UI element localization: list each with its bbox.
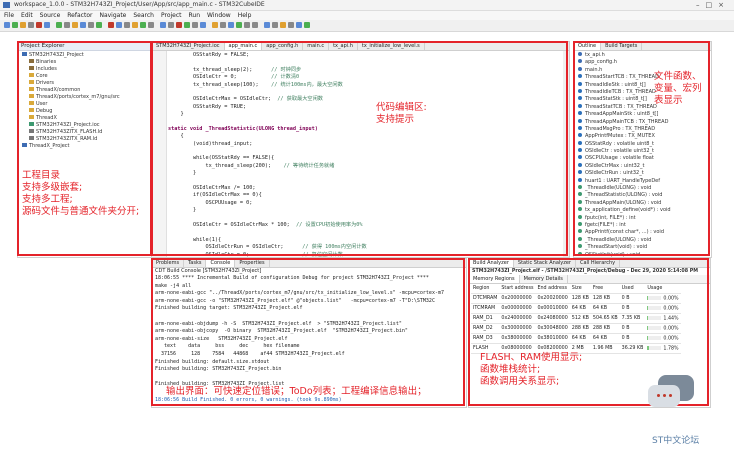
toolbar-tool-icon[interactable]: [184, 22, 190, 28]
window-title: workspace_1.0.0 - STM32H743ZI_Project/Us…: [14, 1, 265, 8]
code-editor-highlight: [151, 41, 568, 256]
watermark-text: ST中文论坛: [652, 436, 700, 446]
annotation-line: 变量、宏列: [654, 83, 702, 94]
toolbar-tool-icon[interactable]: [304, 22, 310, 28]
editor-annotation: 代码编辑区: 支持提示: [376, 102, 427, 126]
toolbar-tool-icon[interactable]: [12, 22, 18, 28]
menu-item-refactor[interactable]: Refactor: [67, 12, 92, 19]
toolbar-tool-icon[interactable]: [296, 22, 302, 28]
toolbar-tool-icon[interactable]: [28, 22, 34, 28]
toolbar-tool-icon[interactable]: [236, 22, 242, 28]
toolbar-tool-icon[interactable]: [212, 22, 218, 28]
project-explorer-highlight: [17, 41, 152, 256]
toolbar-tool-icon[interactable]: [140, 22, 146, 28]
toolbar-tool-icon[interactable]: [44, 22, 50, 28]
menu-item-file[interactable]: File: [4, 12, 14, 19]
annotation-line: 文件函数、: [654, 71, 702, 82]
menu-item-run[interactable]: Run: [189, 12, 201, 19]
toolbar-tool-icon[interactable]: [108, 22, 114, 28]
annotation-line: 工程目录: [22, 170, 61, 181]
toolbar-tool-icon[interactable]: [168, 22, 174, 28]
toolbar-tool-icon[interactable]: [36, 22, 42, 28]
console-highlight: [151, 258, 465, 406]
toolbar-tool-icon[interactable]: [228, 22, 234, 28]
toolbar-tool-icon[interactable]: [148, 22, 154, 28]
app-icon: [3, 2, 10, 8]
menu-item-source[interactable]: Source: [40, 12, 61, 19]
toolbar-tool-icon[interactable]: [280, 22, 286, 28]
annotation-line: 支持多级嵌套;: [22, 182, 83, 193]
toolbar: [0, 20, 734, 32]
annotation-line: 支持提示: [376, 114, 415, 125]
toolbar-tool-icon[interactable]: [56, 22, 62, 28]
window-title-bar: workspace_1.0.0 - STM32H743ZI_Project/Us…: [0, 0, 734, 11]
outline-annotation: 文件函数、 变量、宏列 表显示: [654, 71, 702, 107]
menu-item-help[interactable]: Help: [238, 12, 252, 19]
annotation-line: 函数调用关系显示;: [480, 376, 560, 387]
toolbar-tool-icon[interactable]: [288, 22, 294, 28]
toolbar-tool-icon[interactable]: [4, 22, 10, 28]
toolbar-tool-icon[interactable]: [176, 22, 182, 28]
toolbar-tool-icon[interactable]: [72, 22, 78, 28]
menu-item-edit[interactable]: Edit: [21, 12, 33, 19]
menu-item-window[interactable]: Window: [207, 12, 231, 19]
toolbar-tool-icon[interactable]: [220, 22, 226, 28]
toolbar-tool-icon[interactable]: [200, 22, 206, 28]
toolbar-tool-icon[interactable]: [124, 22, 130, 28]
menu-item-search[interactable]: Search: [133, 12, 154, 19]
toolbar-tool-icon[interactable]: [88, 22, 94, 28]
menu-item-navigate[interactable]: Navigate: [99, 12, 126, 19]
window-controls[interactable]: –□×: [696, 1, 730, 9]
annotation-line: 代码编辑区:: [376, 102, 427, 113]
annotation-line: 支持多工程;: [22, 194, 73, 205]
menu-item-project[interactable]: Project: [161, 12, 182, 19]
annotation-line: 源码文件与普通文件夹分开;: [22, 206, 140, 217]
console-annotation: 输出界面：可快速定位错误；ToDo列表；工程编译信息输出；: [166, 386, 427, 397]
toolbar-tool-icon[interactable]: [252, 22, 258, 28]
project-annotation: 工程目录 支持多级嵌套; 支持多工程; 源码文件与普通文件夹分开;: [22, 170, 139, 218]
menu-bar: File Edit Source Refactor Navigate Search Proj…: [0, 11, 734, 20]
toolbar-tool-icon[interactable]: [160, 22, 166, 28]
toolbar-tool-icon[interactable]: [20, 22, 26, 28]
toolbar-tool-icon[interactable]: [244, 22, 250, 28]
forum-logo: [646, 375, 706, 421]
annotation-line: 函数堆栈统计;: [480, 364, 541, 375]
toolbar-tool-icon[interactable]: [272, 22, 278, 28]
toolbar-tool-icon[interactable]: [116, 22, 122, 28]
toolbar-tool-icon[interactable]: [264, 22, 270, 28]
toolbar-tool-icon[interactable]: [64, 22, 70, 28]
toolbar-tool-icon[interactable]: [132, 22, 138, 28]
toolbar-tool-icon[interactable]: [192, 22, 198, 28]
annotation-line: 表显示: [654, 95, 683, 106]
annotation-line: FLASH、RAM使用显示;: [480, 352, 583, 363]
toolbar-tool-icon[interactable]: [96, 22, 102, 28]
analyzer-annotation: FLASH、RAM使用显示; 函数堆栈统计; 函数调用关系显示;: [480, 352, 582, 388]
toolbar-tool-icon[interactable]: [80, 22, 86, 28]
